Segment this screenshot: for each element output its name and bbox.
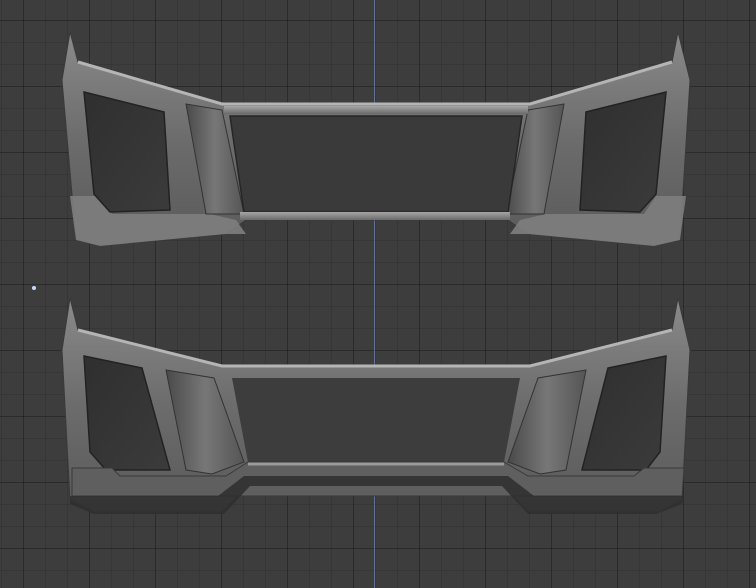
- bumper-bottom-model[interactable]: [61, 297, 691, 514]
- bumper-top-upper-bar: [224, 106, 528, 114]
- bumper-top-lower-bar: [240, 212, 510, 220]
- 3d-viewport[interactable]: [0, 0, 756, 588]
- scene-canvas: [61, 31, 691, 514]
- bumper-top-left-window: [83, 91, 171, 213]
- bumper-top-center-opening: [229, 115, 523, 213]
- bumper-top-right-window: [579, 91, 667, 213]
- bumper-bottom-center-opening: [232, 378, 520, 462]
- bumper-top-model[interactable]: [61, 31, 691, 247]
